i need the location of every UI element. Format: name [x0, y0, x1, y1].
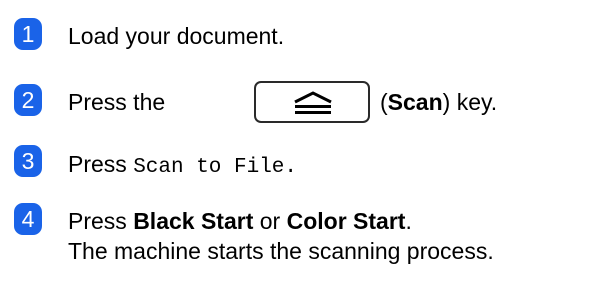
step-number-badge: 2 — [14, 84, 42, 116]
step-number-badge: 3 — [14, 145, 42, 177]
scan-key-button[interactable] — [254, 81, 370, 123]
step-prefix: Press — [68, 208, 127, 234]
step-number-badge: 4 — [14, 203, 42, 235]
scan-key-icon — [294, 91, 332, 114]
connector-text: or — [259, 208, 281, 234]
key-name: Scan — [387, 89, 443, 115]
step-text: Press Black Start or Color Start. — [68, 208, 412, 234]
step-number-badge: 1 — [14, 18, 42, 50]
step-note: The machine starts the scanning process. — [68, 238, 494, 264]
black-start-label: Black Start — [133, 208, 254, 234]
menu-item-label: Scan to File. — [133, 156, 298, 179]
scan-key-label: (Scan) key. — [380, 89, 498, 115]
step-text: Press the (Scan) key. — [68, 81, 608, 123]
step-text: Press Scan to File. — [68, 150, 297, 182]
step-prefix: Press — [68, 151, 127, 177]
color-start-label: Color Start — [286, 208, 406, 234]
step-text: Load your document. — [68, 23, 285, 49]
step-prefix: Press the — [68, 89, 166, 115]
